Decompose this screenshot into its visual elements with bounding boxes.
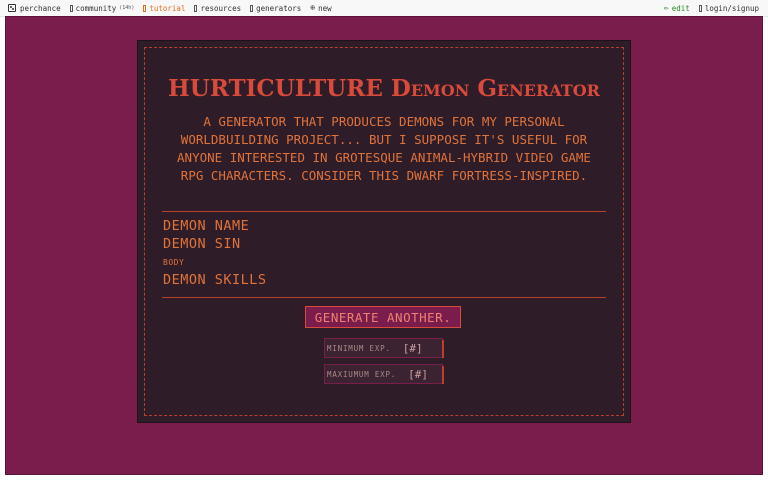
- plus-circle-icon: ⊕: [310, 3, 316, 12]
- demon-name: DEMON NAME: [163, 218, 250, 234]
- nav-resources-link[interactable]: resources: [194, 4, 241, 13]
- nav-tutorial-link[interactable]: tutorial: [143, 4, 185, 13]
- generators-icon: [250, 4, 254, 12]
- minimum-exp-accent: [442, 340, 444, 358]
- minimum-exp-label: MINIMUM EXP.: [327, 343, 391, 353]
- site-home-link[interactable]: perchance: [8, 4, 61, 13]
- nav-login-label: login/signup: [704, 3, 759, 13]
- nav-right: ✏ edit login/signup: [664, 4, 768, 13]
- nav-new-link[interactable]: ⊕ new: [310, 4, 331, 13]
- nav-community-label: community: [75, 3, 117, 13]
- nav-left: perchance community (14h) tutorial resou…: [0, 4, 664, 13]
- nav-login-link[interactable]: login/signup: [698, 3, 759, 13]
- demon-skills: DEMON SKILLS: [163, 272, 267, 288]
- maximum-exp-value: [#]: [408, 367, 428, 381]
- divider-bottom: [162, 297, 606, 298]
- nav-edit-link[interactable]: ✏ edit: [664, 4, 690, 13]
- minimum-exp-value: [#]: [402, 341, 423, 355]
- generator-description: A generator that produces demons for my …: [177, 114, 591, 183]
- resources-icon: [194, 4, 198, 12]
- top-nav-bar: perchance community (14h) tutorial resou…: [0, 0, 768, 17]
- nav-tutorial-label: tutorial: [149, 3, 186, 13]
- divider-top: [162, 211, 606, 212]
- site-name: perchance: [20, 3, 61, 13]
- nav-new-label: new: [318, 3, 332, 13]
- maximum-exp-label: MAXIUMUM EXP.: [327, 369, 397, 379]
- nav-community-link[interactable]: community (14h): [69, 3, 135, 13]
- generator-title: HURTICULTURE Demon Generator: [138, 75, 630, 102]
- nav-generators-label: generators: [256, 3, 302, 13]
- book-icon: [143, 4, 147, 12]
- generator-panel: HURTICULTURE Demon Generator A generator…: [138, 41, 630, 422]
- maximum-exp-input[interactable]: MAXIUMUM EXP. [#]: [324, 364, 444, 384]
- output-fields: DEMON NAME DEMON SIN BODY DEMON SKILLS: [163, 217, 267, 289]
- demon-sin: DEMON SIN: [163, 236, 241, 252]
- nav-resources-label: resources: [200, 3, 242, 13]
- title-caps: HURTICULTURE: [168, 75, 383, 102]
- minimum-exp-input[interactable]: MINIMUM EXP. [#]: [324, 338, 444, 358]
- chat-icon: [69, 4, 73, 12]
- user-icon: [698, 4, 702, 12]
- nav-edit-label: edit: [671, 3, 690, 13]
- community-count: (14h): [119, 5, 135, 11]
- pencil-icon: ✏: [663, 3, 669, 12]
- maximum-exp-accent: [442, 366, 444, 384]
- dice-icon: [8, 4, 16, 12]
- nav-generators-link[interactable]: generators: [250, 4, 301, 13]
- generate-button[interactable]: GENERATE ANOTHER.: [305, 306, 461, 328]
- title-rest: Demon Generator: [390, 75, 600, 102]
- body-label: BODY: [163, 258, 185, 267]
